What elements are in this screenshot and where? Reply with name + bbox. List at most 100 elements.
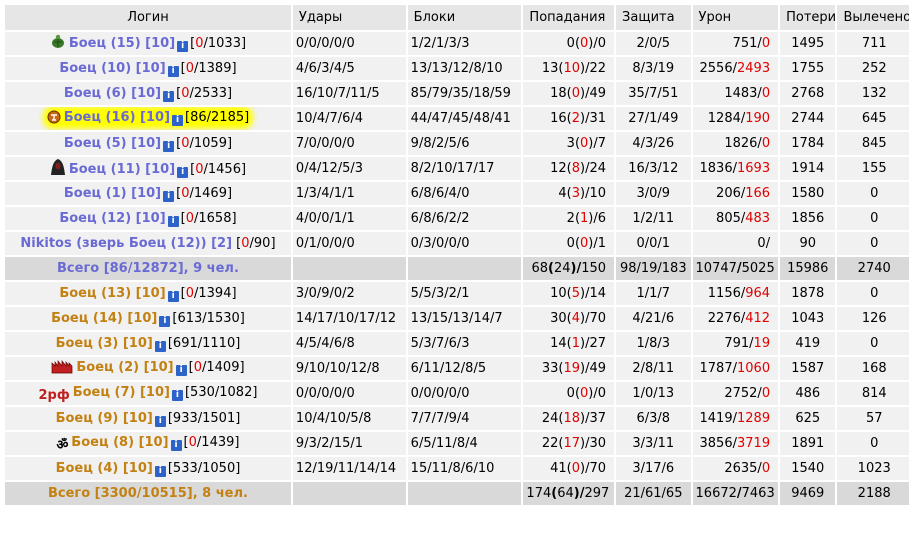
damage-value: 206 [716,186,741,201]
col-damage[interactable]: Урон [692,5,779,30]
total-label-cell: Всего [3300/10515], 8 чел. [5,482,291,505]
info-icon[interactable]: i [177,40,189,52]
fighter-row: Боец (16) [10] i [86/2185] 10/4/7/6/4 44/47/… [5,107,909,130]
losses-cell: 1587 [780,357,836,380]
fighter-name[interactable]: Боец (14) [10] [51,311,157,326]
damage-cell: 1419/1289 [692,407,779,430]
healed-cell: 645 [837,107,909,130]
defense-cell: 35/7/51 [616,82,691,105]
fighter-name[interactable]: Боец (5) [10] [64,136,161,151]
fighter-name[interactable]: Боец (4) [10] [56,461,153,476]
info-icon[interactable]: i [167,290,179,302]
info-icon[interactable]: i [163,190,175,202]
damage-value: 791 [724,336,750,351]
info-icon[interactable]: i [163,140,175,152]
fighter-name[interactable]: Боец (3) [10] [56,336,153,351]
col-losses[interactable]: Потери [780,5,836,30]
healed-value: 845 [861,136,887,151]
hits-value: 9/10/10/12/8 [295,361,380,376]
defense-cell: 2/0/5 [616,32,691,55]
healed-value: 645 [861,111,887,126]
losses-value: 1856 [791,211,825,226]
fighter-row: Боец (11) [10] i [0/1456] 0/4/12/5/3 8/2/10/… [5,157,909,180]
fighter-name[interactable]: Боец (2) [10] [76,360,173,375]
col-accuracy[interactable]: Попадания [523,5,615,30]
healed-cell: 0 [837,232,909,255]
fighter-name[interactable]: Боец (8) [10] [71,435,168,450]
login-wrap: Боец (1) [10] i [0/1469] [64,186,232,202]
healed-value: 0 [870,186,879,201]
fighter-name[interactable]: Боец (12) [10] [59,211,165,226]
hits-value: 16/10/7/11/5 [295,86,380,101]
login-wrap: Боец (3) [10] i [691/1110] [56,336,240,352]
hits-value: 12/19/11/14/14 [295,461,397,476]
col-blocks[interactable]: Блоки [407,5,522,30]
blocks-value: 6/5/11/8/4 [410,436,478,451]
info-icon[interactable]: i [154,415,166,427]
info-icon[interactable]: i [163,90,175,102]
hits-cell: 9/10/10/12/8 [292,357,406,380]
fighter-row: Nikitos (зверь Боец (12)) [2] [0/90] 0/1/… [5,232,909,255]
losses-value: 625 [795,411,821,426]
info-icon[interactable]: i [172,114,184,126]
info-icon[interactable]: i [167,215,179,227]
damage-cell: 791/19 [692,332,779,355]
fighter-name[interactable]: Боец (9) [10] [56,411,153,426]
hp-current: 0 [181,85,190,101]
fighter-name[interactable]: Боец (6) [10] [64,86,161,101]
blocks-value: 0/3/0/0/0 [410,236,470,251]
login-wrap: Боец (9) [10] i [933/1501] [56,411,240,427]
accuracy-cell: 3(0)/7 [523,132,615,155]
fighter-name[interactable]: Боец (16) [10] [64,110,170,125]
losses-value: 486 [795,386,821,401]
hits-value: 4/6/3/4/5 [295,61,355,76]
hp-max: 1394 [198,285,232,301]
total-losses-cell: 15986 [780,257,836,280]
total-healed-value: 2740 [857,261,891,276]
fighter-row: Боец (3) [10] i [691/1110] 4/5/4/6/8 5/3/7/6… [5,332,909,355]
fighter-name[interactable]: Nikitos (зверь Боец (12)) [2] [20,236,232,251]
info-icon[interactable]: i [154,340,166,352]
damage-value: 1787 [699,361,733,376]
defense-value: 3/17/6 [632,461,675,476]
hp-current: 0 [241,236,250,251]
crown-icon [51,359,73,378]
losses-value: 1540 [791,461,825,476]
info-icon[interactable]: i [154,465,166,477]
accuracy-total: 10 [589,186,607,201]
total-accuracy-hits: 68 [531,261,548,276]
accuracy-total: 6 [597,211,607,226]
defense-value: 3/3/11 [632,436,675,451]
fighter-name[interactable]: Боец (15) [10] [69,36,175,51]
fighter-name[interactable]: Боец (10) [10] [59,61,165,76]
info-icon[interactable]: i [170,439,182,451]
healed-cell: 155 [837,157,909,180]
damage-value: 2752 [724,386,758,401]
col-hits[interactable]: Удары [292,5,406,30]
losses-cell: 1891 [780,432,836,455]
accuracy-total: 14 [589,286,607,301]
info-icon[interactable]: i [177,166,189,178]
fighter-row: Боец (5) [10] i [0/1059] 7/0/0/0/0 9/8/2/5/6… [5,132,909,155]
fighter-name[interactable]: Боец (7) [10] [73,385,170,400]
col-healed[interactable]: Вылечено [837,5,909,30]
col-defense[interactable]: Защита [616,5,691,30]
fighter-row: Боец (9) [10] i [933/1501] 10/4/10/5/8 7/7/7… [5,407,909,430]
col-login[interactable]: Логин [5,5,291,30]
highlight-marker: Боец (16) [10] i [86/2185] [46,109,250,126]
total-empty-hits [292,257,406,280]
losses-value: 1891 [791,436,825,451]
info-icon[interactable]: i [175,364,187,376]
healed-cell: 132 [837,82,909,105]
info-icon[interactable]: i [167,65,179,77]
fighter-name[interactable]: Боец (11) [10] [69,162,175,177]
accuracy-cell: 12(8)/24 [523,157,615,180]
defense-cell: 16/3/12 [616,157,691,180]
hits-cell: 0/0/0/0/0 [292,382,406,405]
info-icon[interactable]: i [159,315,171,327]
fighter-name[interactable]: Боец (1) [10] [64,186,161,201]
info-icon[interactable]: i [171,389,183,401]
fighter-name[interactable]: Боец (13) [10] [59,286,165,301]
damage-received: 964 [745,286,771,301]
login-cell: Боец (12) [10] i [0/1658] [5,207,291,230]
